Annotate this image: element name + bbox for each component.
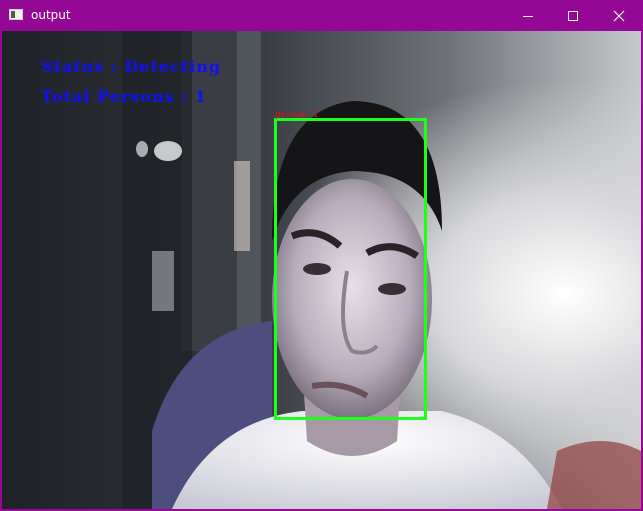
maximize-icon <box>568 10 578 21</box>
bounding-box-label: person 1 <box>275 110 319 120</box>
detection-status-text: Status : Detecting <box>41 57 222 76</box>
camera-feed: Status : Detecting Total Persons : 1 per… <box>2 31 641 509</box>
close-icon <box>613 10 625 21</box>
window-title: output <box>31 8 71 22</box>
minimize-button[interactable] <box>505 0 551 31</box>
total-persons-text: Total Persons : 1 <box>41 87 207 106</box>
minimize-icon <box>523 15 533 17</box>
app-window: output Status: Detecting Total Persons … <box>0 0 643 511</box>
app-window-icon <box>9 9 23 20</box>
close-button[interactable] <box>596 0 642 31</box>
maximize-button[interactable] <box>550 0 596 31</box>
person-bounding-box <box>274 118 427 420</box>
title-bar[interactable]: output <box>0 0 643 31</box>
